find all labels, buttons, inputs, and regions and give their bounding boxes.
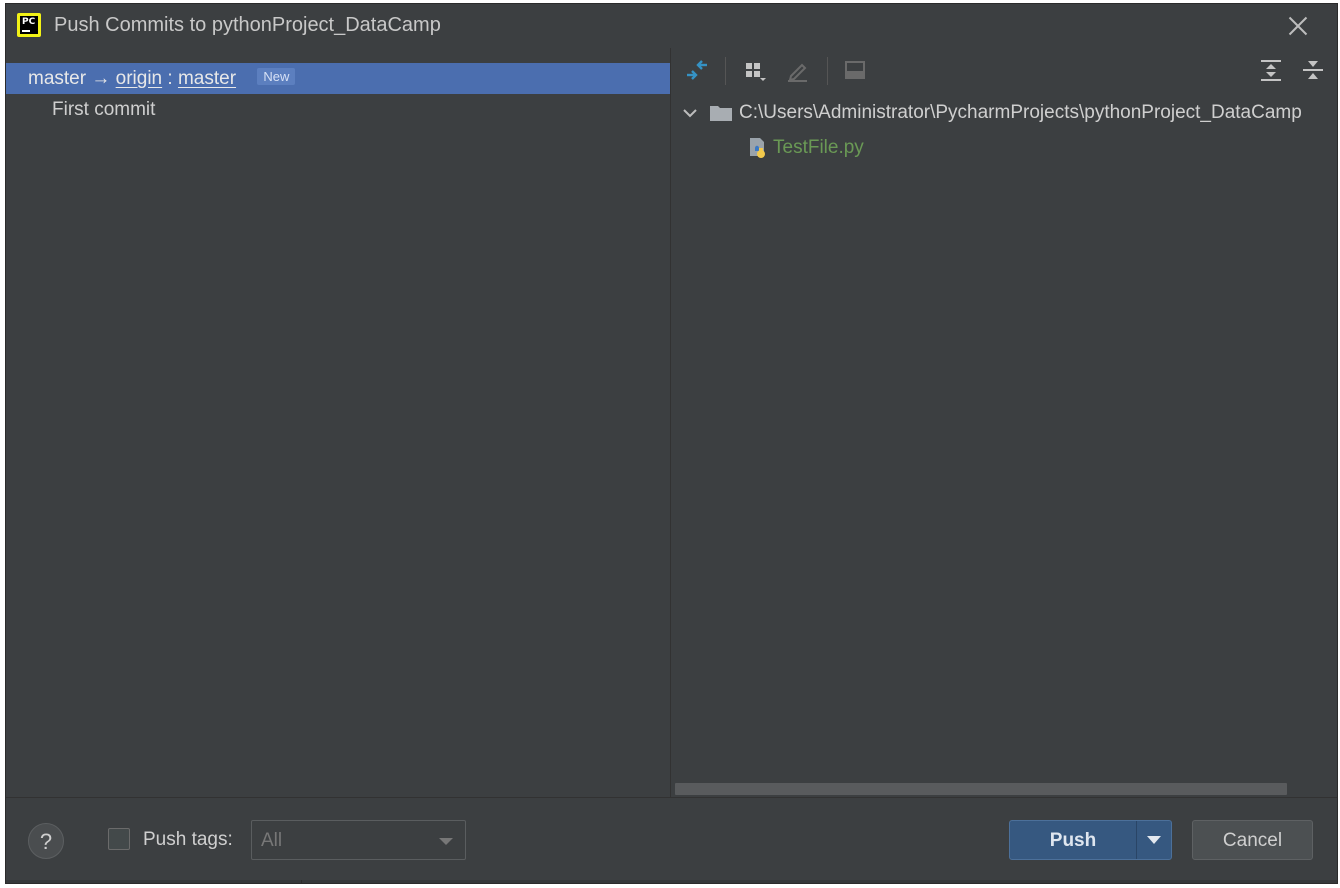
commits-panel: master → origin : master New First commi… xyxy=(6,48,671,797)
folder-icon xyxy=(709,104,733,122)
chevron-down-icon xyxy=(439,838,453,845)
file-name: TestFile.py xyxy=(773,137,864,159)
push-button-group: Push xyxy=(1009,820,1172,860)
title-bar: PC Push Commits to pythonProject_DataCam… xyxy=(6,4,1337,48)
branch-row[interactable]: master → origin : master New xyxy=(6,63,670,94)
python-file-icon xyxy=(747,136,769,160)
preview-icon[interactable] xyxy=(841,56,869,84)
edit-icon[interactable] xyxy=(783,56,811,84)
commit-item[interactable]: First commit xyxy=(52,99,155,121)
push-commits-dialog: PC Push Commits to pythonProject_DataCam… xyxy=(5,3,1338,884)
push-button-label: Push xyxy=(1049,830,1097,851)
expand-all-icon[interactable] xyxy=(1257,56,1285,84)
remote-branch-link[interactable]: master xyxy=(178,68,236,89)
remote-link[interactable]: origin xyxy=(116,68,162,89)
new-badge: New xyxy=(257,68,296,85)
branch-separator: : xyxy=(167,68,173,89)
collapse-all-icon[interactable] xyxy=(1299,56,1327,84)
chevron-down-icon[interactable] xyxy=(681,104,699,122)
expand-diff-icon[interactable] xyxy=(683,56,711,84)
push-tags-select[interactable]: All xyxy=(251,820,466,860)
folder-node[interactable]: C:\Users\Administrator\PycharmProjects\p… xyxy=(681,102,1302,130)
status-strip xyxy=(6,880,1337,883)
help-button[interactable]: ? xyxy=(28,823,64,859)
push-tags-select-value: All xyxy=(261,830,283,851)
folder-path: C:\Users\Administrator\PycharmProjects\p… xyxy=(739,102,1302,123)
push-options-dropdown[interactable] xyxy=(1137,821,1171,859)
pycharm-logo-icon: PC xyxy=(17,13,41,37)
arrow-icon: → xyxy=(91,68,111,89)
push-tags-label: Push tags: xyxy=(143,829,233,850)
group-by-icon[interactable] xyxy=(741,56,769,84)
horizontal-scrollbar[interactable] xyxy=(675,783,1287,795)
cancel-button[interactable]: Cancel xyxy=(1192,820,1313,860)
window-title: Push Commits to pythonProject_DataCamp xyxy=(54,14,441,36)
close-icon[interactable] xyxy=(1285,13,1311,39)
changes-panel: C:\Users\Administrator\PycharmProjects\p… xyxy=(671,48,1337,797)
local-branch: master xyxy=(28,68,87,89)
changes-toolbar xyxy=(671,48,1337,92)
bottom-bar: ? Push tags: All Push Cancel xyxy=(6,797,1337,883)
cancel-button-label: Cancel xyxy=(1222,830,1283,851)
file-node[interactable]: TestFile.py xyxy=(747,136,864,164)
push-tags-checkbox[interactable] xyxy=(108,828,130,850)
push-button[interactable]: Push xyxy=(1010,821,1136,859)
